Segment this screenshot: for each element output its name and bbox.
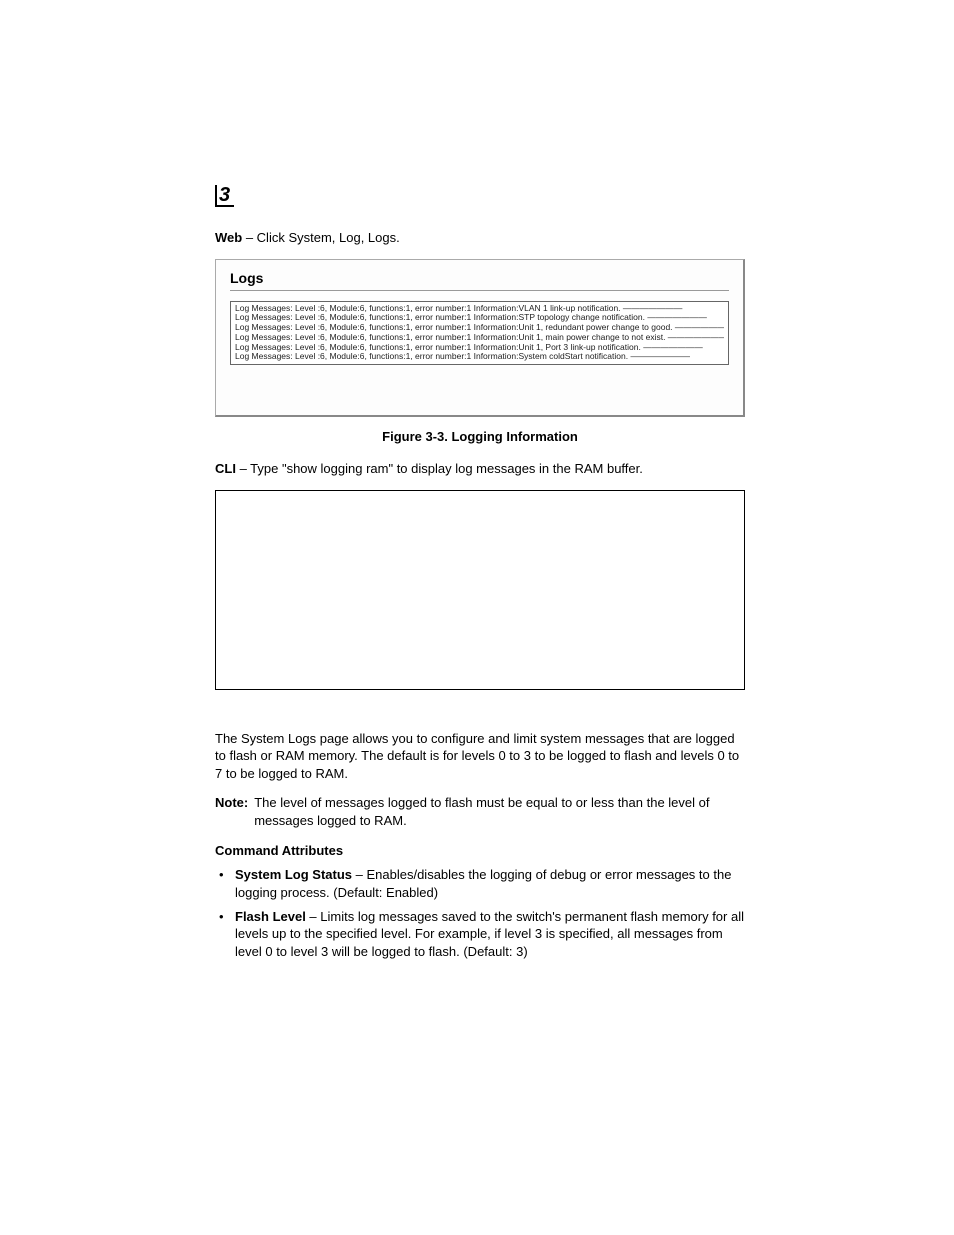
web-instruction: Web – Click System, Log, Logs. xyxy=(215,229,745,247)
log-line: Log Messages: Level :6, Module:6, functi… xyxy=(235,313,724,323)
list-item: System Log Status – Enables/disables the… xyxy=(231,866,745,901)
logs-message-box: Log Messages: Level :6, Module:6, functi… xyxy=(230,301,729,366)
attribute-name: System Log Status xyxy=(235,867,352,882)
web-label: Web xyxy=(215,230,242,245)
command-attributes-heading: Command Attributes xyxy=(215,843,745,858)
cli-instruction: CLI – Type "show logging ram" to display… xyxy=(215,460,745,478)
logs-screenshot-panel: Logs Log Messages: Level :6, Module:6, f… xyxy=(215,259,745,418)
log-line: Log Messages: Level :6, Module:6, functi… xyxy=(235,343,724,353)
logs-panel-title: Logs xyxy=(230,270,729,286)
attribute-name: Flash Level xyxy=(235,909,306,924)
note-block: Note: The level of messages logged to fl… xyxy=(215,794,745,829)
note-label: Note: xyxy=(215,794,248,829)
log-line: Log Messages: Level :6, Module:6, functi… xyxy=(235,333,724,343)
log-line: Log Messages: Level :6, Module:6, functi… xyxy=(235,304,724,314)
cli-label: CLI xyxy=(215,461,236,476)
log-line: Log Messages: Level :6, Module:6, functi… xyxy=(235,352,724,362)
web-text: – Click System, Log, Logs. xyxy=(242,230,400,245)
command-attributes-list: System Log Status – Enables/disables the… xyxy=(215,866,745,960)
cli-output-box xyxy=(215,490,745,690)
log-line: Log Messages: Level :6, Module:6, functi… xyxy=(235,323,724,333)
note-text: The level of messages logged to flash mu… xyxy=(254,794,745,829)
logs-panel-divider xyxy=(230,290,729,291)
attribute-desc: – Limits log messages saved to the switc… xyxy=(235,909,744,959)
list-item: Flash Level – Limits log messages saved … xyxy=(231,908,745,961)
document-page: 3 Web – Click System, Log, Logs. Logs Lo… xyxy=(215,185,745,966)
figure-caption: Figure 3-3. Logging Information xyxy=(215,429,745,444)
cli-text: – Type "show logging ram" to display log… xyxy=(236,461,643,476)
body-paragraph: The System Logs page allows you to confi… xyxy=(215,730,745,783)
chapter-number-badge: 3 xyxy=(215,185,234,207)
